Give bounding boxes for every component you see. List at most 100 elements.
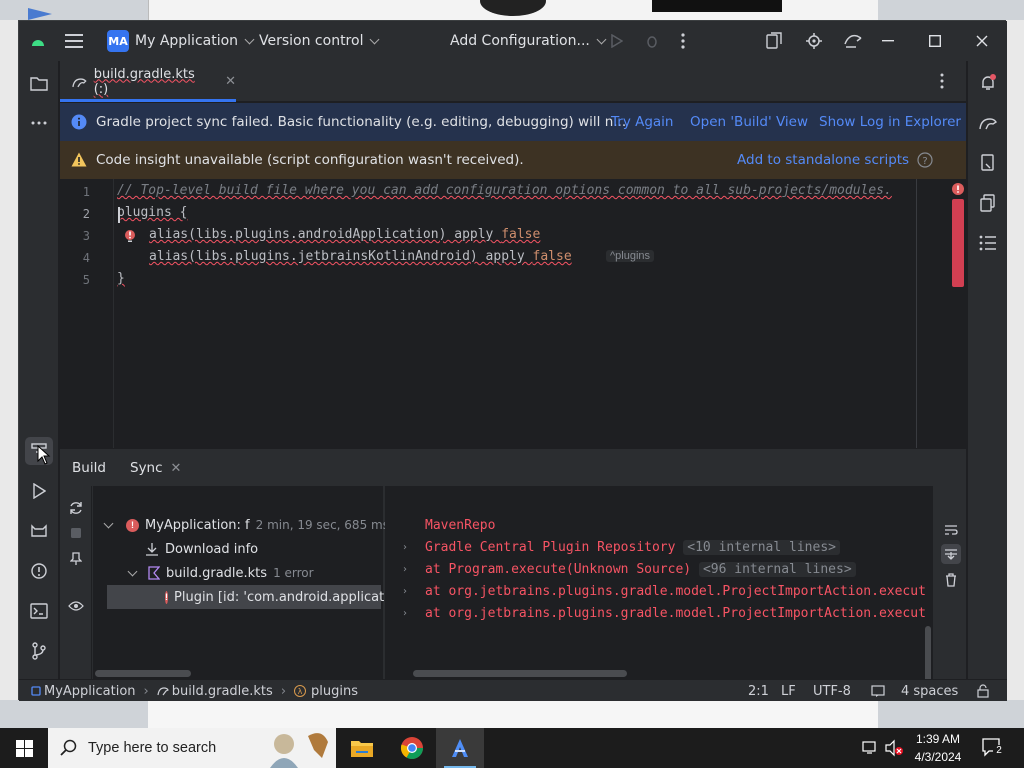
trash-icon[interactable] bbox=[941, 570, 961, 590]
run-icon[interactable] bbox=[611, 21, 623, 61]
console-vertical-scrollbar[interactable] bbox=[925, 626, 931, 679]
search-placeholder: Type here to search bbox=[88, 740, 217, 756]
notification-center-icon[interactable]: 2 bbox=[982, 738, 1005, 758]
maximize-icon bbox=[929, 35, 941, 47]
expand-arrow-icon[interactable]: › bbox=[403, 564, 407, 575]
run-configuration-selector[interactable]: Add Configuration... bbox=[450, 21, 607, 61]
expand-arrow-icon[interactable]: › bbox=[403, 608, 407, 619]
terminal-icon[interactable] bbox=[25, 597, 53, 625]
stop-icon[interactable] bbox=[66, 523, 86, 543]
tree-error-item[interactable]: ! Plugin [id: 'com.android.applicat bbox=[107, 585, 384, 609]
tree-download-info[interactable]: Download info bbox=[145, 537, 258, 561]
text-cursor bbox=[118, 207, 120, 223]
file-explorer-taskbar-icon[interactable] bbox=[338, 728, 386, 768]
run-config-label: Add Configuration... bbox=[450, 33, 590, 49]
tab-options-icon[interactable] bbox=[940, 73, 944, 93]
maximize-button[interactable] bbox=[912, 21, 958, 61]
android-studio-taskbar-icon[interactable] bbox=[436, 728, 484, 768]
error-count-icon[interactable] bbox=[951, 182, 965, 196]
close-sync-tab-icon[interactable]: ✕ bbox=[171, 461, 182, 476]
readonly-toggle-icon[interactable] bbox=[871, 680, 885, 702]
breadcrumb-file[interactable]: build.gradle.kts bbox=[172, 684, 273, 699]
indent-setting[interactable]: 4 spaces bbox=[901, 680, 958, 702]
chevron-down-icon bbox=[127, 566, 138, 576]
project-folder-icon[interactable] bbox=[25, 69, 53, 97]
expand-arrow-icon[interactable]: › bbox=[403, 586, 407, 597]
code-insight-warning-banner: Code insight unavailable (script configu… bbox=[60, 141, 966, 179]
more-tools-icon[interactable] bbox=[25, 109, 53, 137]
chevron-down-icon bbox=[370, 34, 380, 44]
tree-build-file[interactable]: build.gradle.kts 1 error bbox=[127, 561, 314, 585]
folded-lines[interactable]: <96 internal lines> bbox=[698, 562, 856, 577]
taskbar-search-box[interactable]: Type here to search bbox=[48, 728, 336, 768]
help-icon[interactable]: ? bbox=[917, 152, 933, 168]
breadcrumb-scope[interactable]: plugins bbox=[311, 684, 358, 699]
windows-taskbar: Type here to search 1:39 AM 4/3/2024 2 bbox=[0, 728, 1024, 768]
mouse-pointer-icon bbox=[37, 445, 51, 465]
refresh-icon[interactable] bbox=[66, 498, 86, 518]
volume-muted-icon[interactable] bbox=[884, 739, 904, 761]
breadcrumb-project[interactable]: MyApplication bbox=[44, 684, 136, 699]
tab-sync[interactable]: Sync ✕ bbox=[130, 449, 181, 487]
android-logo-icon bbox=[31, 21, 45, 61]
more-actions-icon[interactable] bbox=[681, 21, 685, 61]
version-control-menu[interactable]: Version control bbox=[259, 21, 380, 61]
run-tool-icon[interactable] bbox=[25, 477, 53, 505]
pin-icon[interactable] bbox=[66, 549, 86, 569]
tree-root-duration: 2 min, 19 sec, 685 ms bbox=[255, 518, 389, 532]
line-separator[interactable]: LF bbox=[781, 680, 796, 702]
code-insight-message: Code insight unavailable (script configu… bbox=[96, 152, 524, 168]
notifications-bell-icon[interactable] bbox=[974, 69, 1002, 97]
running-devices-icon[interactable] bbox=[974, 189, 1002, 217]
tab-build-gradle-kts[interactable]: build.gradle.kts (:) ✕ bbox=[60, 61, 236, 102]
taskbar-clock[interactable]: 1:39 AM 4/3/2024 bbox=[906, 730, 970, 766]
logcat-icon[interactable] bbox=[25, 517, 53, 545]
network-icon[interactable] bbox=[862, 740, 878, 758]
main-menu-button[interactable] bbox=[65, 21, 83, 61]
eye-icon[interactable] bbox=[66, 596, 86, 616]
git-branch-icon[interactable] bbox=[25, 637, 53, 665]
sync-gradle-icon[interactable] bbox=[843, 21, 863, 61]
clock-time: 1:39 AM bbox=[915, 732, 961, 746]
error-bulb-icon[interactable] bbox=[124, 229, 136, 243]
gradle-icon[interactable] bbox=[974, 109, 1002, 137]
try-again-link[interactable]: Try Again bbox=[611, 114, 673, 130]
close-window-button[interactable] bbox=[959, 21, 1005, 61]
debug-icon[interactable] bbox=[645, 21, 659, 61]
minimize-button[interactable] bbox=[865, 21, 911, 61]
lock-icon[interactable] bbox=[977, 680, 989, 702]
close-tab-icon[interactable]: ✕ bbox=[225, 74, 236, 89]
folded-lines[interactable]: <10 internal lines> bbox=[683, 540, 840, 555]
file-encoding[interactable]: UTF-8 bbox=[813, 680, 851, 702]
caret-position[interactable]: 2:1 bbox=[748, 680, 769, 702]
line-number: 5 bbox=[82, 273, 90, 287]
svg-text:λ: λ bbox=[298, 687, 303, 696]
device-manager-icon[interactable] bbox=[765, 21, 783, 61]
tab-build[interactable]: Build bbox=[72, 449, 106, 487]
code-editor[interactable]: 1 2 3 4 5 // Top-level build file where … bbox=[60, 179, 966, 467]
line-number: 2 bbox=[82, 207, 90, 221]
console-line: at Program.execute(Unknown Source) <96 i… bbox=[425, 562, 856, 577]
module-icon bbox=[31, 686, 41, 696]
show-log-link[interactable]: Show Log in Explorer bbox=[819, 114, 961, 130]
chrome-taskbar-icon[interactable] bbox=[388, 728, 436, 768]
background-arrow-icon bbox=[28, 8, 52, 20]
problems-icon[interactable] bbox=[25, 557, 53, 585]
error-scroll-marker[interactable] bbox=[952, 199, 964, 287]
add-standalone-scripts-link[interactable]: Add to standalone scripts bbox=[737, 152, 909, 168]
expand-arrow-icon[interactable]: › bbox=[403, 542, 407, 553]
console-horizontal-scrollbar[interactable] bbox=[413, 670, 627, 677]
scroll-to-end-icon[interactable] bbox=[941, 544, 961, 564]
project-selector[interactable]: MA My Application bbox=[107, 21, 255, 61]
breadcrumb-separator-icon: › bbox=[280, 683, 287, 699]
open-build-view-link[interactable]: Open 'Build' View bbox=[690, 114, 808, 130]
start-button[interactable] bbox=[0, 728, 48, 768]
tree-root-item[interactable]: ! MyApplication: f 2 min, 19 sec, 685 ms bbox=[103, 513, 389, 537]
project-name: My Application bbox=[135, 33, 239, 49]
left-tool-strip bbox=[19, 61, 59, 679]
tree-horizontal-scrollbar[interactable] bbox=[95, 670, 191, 677]
gear-bug-icon[interactable] bbox=[805, 21, 823, 61]
structure-list-icon[interactable] bbox=[974, 229, 1002, 257]
device-explorer-icon[interactable] bbox=[974, 149, 1002, 177]
soft-wrap-icon[interactable] bbox=[941, 520, 961, 540]
